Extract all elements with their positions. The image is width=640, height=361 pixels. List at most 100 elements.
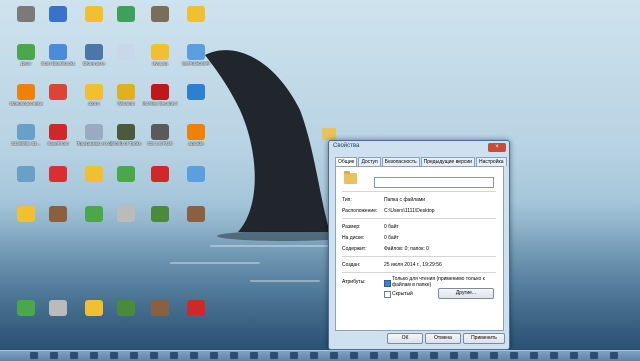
tab-general[interactable]: Общие: [335, 157, 358, 166]
desktop-shortcut[interactable]: [108, 166, 144, 200]
desktop-shortcut[interactable]: [108, 206, 144, 240]
desktop-shortcut[interactable]: [142, 300, 178, 334]
desktop-shortcut[interactable]: [76, 6, 112, 40]
taskbar-item[interactable]: [170, 352, 178, 359]
desktop-shortcut[interactable]: [142, 206, 178, 240]
desktop-shortcut[interactable]: [178, 166, 214, 200]
taskbar-item[interactable]: [270, 352, 278, 359]
tab-bar: Общие Доступ Безопасность Предыдущие вер…: [335, 157, 508, 166]
desktop-shortcut[interactable]: [108, 6, 144, 40]
desktop-shortcut[interactable]: музыка: [142, 44, 178, 78]
desktop-shortcut[interactable]: Дуос: [8, 44, 44, 78]
taskbar-item[interactable]: [190, 352, 198, 359]
desktop-shortcut[interactable]: [40, 166, 76, 200]
desktop-shortcut[interactable]: [108, 44, 144, 78]
shortcut-icon: [17, 206, 35, 222]
apply-button[interactable]: Применить: [463, 333, 505, 344]
taskbar-item[interactable]: [50, 352, 58, 359]
taskbar-item[interactable]: [590, 352, 598, 359]
taskbar-item[interactable]: [330, 352, 338, 359]
desktop-shortcut[interactable]: SaveFrom: [40, 124, 76, 158]
desktop-shortcut[interactable]: [108, 300, 144, 334]
contains-label: Содержит:: [342, 246, 367, 252]
desktop-shortcut[interactable]: [76, 206, 112, 240]
desktop-shortcut[interactable]: ВКонтакте: [76, 44, 112, 78]
created-label: Создан:: [342, 262, 361, 268]
taskbar-item[interactable]: [150, 352, 158, 359]
taskbar-item[interactable]: [210, 352, 218, 359]
desktop-shortcut[interactable]: [40, 84, 76, 118]
folder-name-input[interactable]: [374, 177, 494, 188]
taskbar-item[interactable]: [350, 352, 358, 359]
shortcut-icon: [85, 124, 103, 140]
desktop-shortcut[interactable]: Программы и компоненты: [76, 124, 112, 158]
taskbar-item[interactable]: [610, 352, 618, 359]
tab-sharing[interactable]: Доступ: [358, 157, 381, 166]
shortcut-icon: [49, 300, 67, 316]
advanced-button[interactable]: Другие...: [438, 288, 494, 299]
desktop-shortcut[interactable]: [8, 166, 44, 200]
desktop-shortcut[interactable]: 2128695_51...: [8, 124, 44, 158]
size-on-disk-label: На диске:: [342, 235, 365, 241]
desktop-shortcut[interactable]: [76, 166, 112, 200]
desktop-shortcut[interactable]: [8, 206, 44, 240]
desktop-shortcut[interactable]: aptoide: [178, 124, 214, 158]
desktop-shortcut[interactable]: Winamp: [108, 84, 144, 118]
taskbar-item[interactable]: [550, 352, 558, 359]
taskbar-item[interactable]: [390, 352, 398, 359]
taskbar-item[interactable]: [370, 352, 378, 359]
taskbar-item[interactable]: [70, 352, 78, 359]
taskbar-item[interactable]: [490, 352, 498, 359]
ok-button[interactable]: ОК: [387, 333, 423, 344]
desktop-shortcut[interactable]: [76, 300, 112, 334]
desktop-shortcut[interactable]: Одноклассники: [8, 84, 44, 118]
desktop-shortcut[interactable]: [142, 166, 178, 200]
close-button[interactable]: ×: [488, 143, 506, 152]
taskbar-item[interactable]: [110, 352, 118, 359]
desktop-shortcut[interactable]: [178, 206, 214, 240]
cancel-button[interactable]: Отмена: [425, 333, 461, 344]
tab-security[interactable]: Безопасность: [381, 157, 420, 166]
taskbar-item[interactable]: [290, 352, 298, 359]
desktop-shortcut[interactable]: [40, 6, 76, 40]
desktop-shortcut[interactable]: [178, 6, 214, 40]
taskbar-item[interactable]: [570, 352, 578, 359]
taskbar-item[interactable]: [250, 352, 258, 359]
folder-icon[interactable]: [322, 128, 336, 140]
taskbar-item[interactable]: [410, 352, 418, 359]
taskbar-item[interactable]: [230, 352, 238, 359]
shortcut-icon: [187, 206, 205, 222]
taskbar-item[interactable]: [310, 352, 318, 359]
desktop-shortcut[interactable]: фото: [76, 84, 112, 118]
desktop-shortcut[interactable]: [40, 300, 76, 334]
tab-previous-versions[interactable]: Предыдущие версии: [420, 157, 475, 166]
shortcut-icon: [117, 84, 135, 100]
desktop-shortcut[interactable]: CS 1.6 RUS: [142, 124, 178, 158]
desktop-shortcut[interactable]: [142, 6, 178, 40]
taskbar-item[interactable]: [30, 352, 38, 359]
taskbar-item[interactable]: [450, 352, 458, 359]
desktop-shortcut[interactable]: Start BlueStacks: [40, 44, 76, 78]
desktop-shortcut[interactable]: World of Tanks: [108, 124, 144, 158]
desktop-shortcut[interactable]: [40, 206, 76, 240]
desktop-shortcut[interactable]: McAfee Security Sc...: [142, 84, 178, 118]
desktop-shortcut[interactable]: [8, 300, 44, 334]
tab-customize[interactable]: Настройка: [475, 157, 507, 166]
taskbar-item[interactable]: [470, 352, 478, 359]
shortcut-label: aptoide: [188, 141, 204, 146]
shortcut-icon: [49, 84, 67, 100]
hidden-checkbox[interactable]: [384, 291, 391, 298]
desktop-shortcut[interactable]: MyPublicWiFi: [178, 44, 214, 78]
taskbar-item[interactable]: [530, 352, 538, 359]
desktop-shortcut[interactable]: [178, 300, 214, 334]
taskbar-item[interactable]: [510, 352, 518, 359]
taskbar-item[interactable]: [430, 352, 438, 359]
dialog-title: Свойства: [333, 143, 360, 149]
location-label: Расположение:: [342, 208, 378, 214]
desktop-shortcut[interactable]: [8, 6, 44, 40]
taskbar-item[interactable]: [90, 352, 98, 359]
taskbar-item[interactable]: [130, 352, 138, 359]
shortcut-label: ВКонтакте: [82, 61, 106, 66]
readonly-checkbox[interactable]: [384, 280, 391, 287]
desktop-shortcut[interactable]: [178, 84, 214, 118]
